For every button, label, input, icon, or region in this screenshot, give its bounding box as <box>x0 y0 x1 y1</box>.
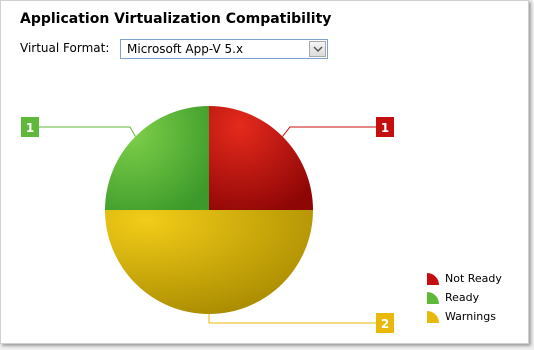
ready-swatch <box>427 292 439 304</box>
leader-line-ready <box>37 126 136 137</box>
pie-slice-ready[interactable] <box>105 106 209 210</box>
value-label-warnings: 2 <box>381 317 389 331</box>
pie-slice-not-ready[interactable] <box>209 106 313 210</box>
legend-label-warnings: Warnings <box>445 310 496 323</box>
warnings-swatch <box>427 311 439 323</box>
not-ready-swatch <box>427 273 439 285</box>
leader-line-not-ready <box>282 126 376 137</box>
legend-label-ready: Ready <box>445 291 480 304</box>
value-label-ready: 1 <box>26 121 34 135</box>
legend-label-not-ready: Not Ready <box>445 272 502 285</box>
value-label-not-ready: 1 <box>381 121 389 135</box>
pie-slice-warnings[interactable] <box>105 210 313 314</box>
leader-line-warnings <box>208 314 376 324</box>
